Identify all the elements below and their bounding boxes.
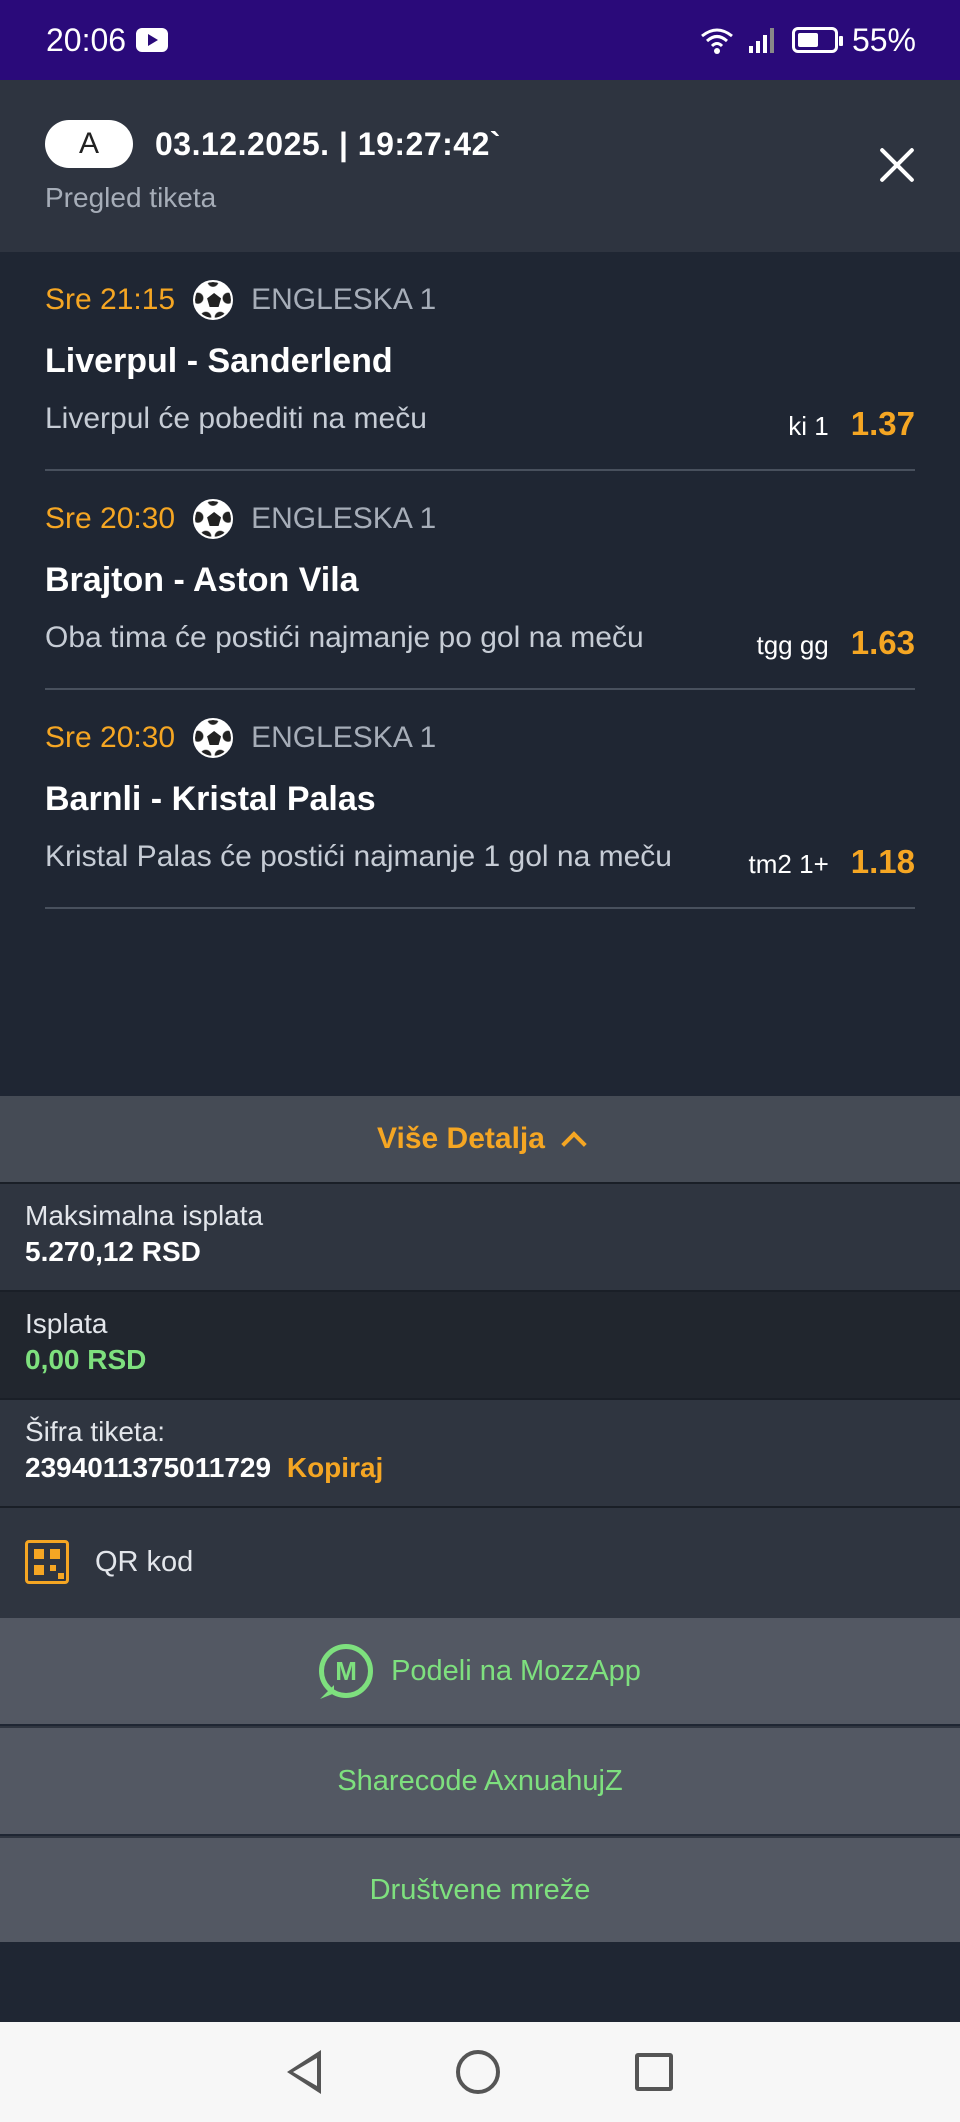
battery-percent: 55%	[851, 21, 916, 58]
event-title: Barnli - Kristal Palas	[45, 780, 376, 818]
chevron-up-icon	[561, 1131, 587, 1157]
event-time: Sre 21:15	[45, 283, 176, 316]
football-icon	[193, 499, 234, 539]
sharecode-label: Sharecode AxnuahujZ	[337, 1764, 623, 1797]
close-button[interactable]	[878, 146, 916, 184]
ticket-code-label: Šifra tiketa:	[25, 1416, 166, 1447]
event-item[interactable]: Sre 20:30 ENGLESKA 1 Barnli - Kristal Pa…	[45, 690, 915, 909]
max-payout-row: Maksimalna isplata 5.270,12 RSD	[0, 1182, 960, 1290]
event-title: Liverpul - Sanderlend	[45, 342, 393, 380]
ticket-code-value: 2394011375011729	[25, 1452, 272, 1483]
home-icon[interactable]	[455, 2050, 500, 2094]
event-item[interactable]: Sre 21:15 ENGLESKA 1 Liverpul - Sanderle…	[45, 252, 915, 471]
share-mozzapp-label: Podeli na MozzApp	[391, 1654, 641, 1687]
mozzapp-logo-icon: M	[319, 1644, 374, 1698]
bet-code: tgg gg	[756, 630, 829, 660]
back-icon[interactable]	[287, 2050, 322, 2094]
social-networks-button[interactable]: Društvene mreže	[0, 1836, 960, 1942]
bet-code: ki 1	[788, 411, 829, 441]
status-bar: 20:06 55%	[0, 0, 960, 80]
ticket-header: A 03.12.2025. | 19:27:42` Pregled tiketa	[0, 80, 960, 252]
bet-odd: 1.18	[850, 843, 915, 880]
bet-description: Oba tima će postići najmanje po gol na m…	[45, 621, 644, 654]
copy-button[interactable]: Kopiraj	[287, 1452, 383, 1483]
payout-value: 0,00 RSD	[25, 1344, 147, 1375]
sharecode-button[interactable]: Sharecode AxnuahujZ	[0, 1726, 960, 1834]
bet-description: Kristal Palas će postići najmanje 1 gol …	[45, 840, 672, 873]
event-title: Brajton - Aston Vila	[45, 561, 359, 599]
signal-icon	[748, 28, 774, 53]
system-navigation-bar	[0, 2022, 960, 2122]
wifi-icon	[701, 28, 733, 54]
recent-apps-icon[interactable]	[634, 2053, 673, 2091]
max-payout-label: Maksimalna isplata	[25, 1200, 264, 1231]
qr-code-row[interactable]: QR kod	[0, 1506, 960, 1616]
bet-odd: 1.63	[850, 624, 915, 661]
youtube-notification-icon	[136, 28, 169, 52]
payout-row: Isplata 0,00 RSD	[0, 1290, 960, 1398]
payout-label: Isplata	[25, 1308, 108, 1339]
event-item[interactable]: Sre 20:30 ENGLESKA 1 Brajton - Aston Vil…	[45, 471, 915, 690]
bet-code: tm2 1+	[748, 849, 829, 879]
event-league: ENGLESKA 1	[251, 283, 437, 316]
max-payout-value: 5.270,12 RSD	[25, 1236, 201, 1267]
event-league: ENGLESKA 1	[251, 502, 437, 535]
event-time: Sre 20:30	[45, 502, 176, 535]
football-icon	[193, 280, 234, 320]
share-mozzapp-button[interactable]: M Podeli na MozzApp	[0, 1616, 960, 1724]
bet-odd: 1.37	[850, 405, 915, 442]
page-subtitle: Pregled tiketa	[45, 182, 217, 213]
clock: 20:06	[46, 21, 127, 58]
social-networks-label: Društvene mreže	[369, 1873, 591, 1906]
bet-description: Liverpul će pobediti na meču	[45, 402, 427, 435]
battery-icon	[791, 27, 843, 53]
qr-code-icon	[25, 1540, 69, 1584]
qr-code-label: QR kod	[95, 1545, 194, 1578]
ticket-status-badge: A	[45, 120, 133, 168]
ticket-code-row: Šifra tiketa: 2394011375011729 Kopiraj	[0, 1398, 960, 1506]
event-list: Sre 21:15 ENGLESKA 1 Liverpul - Sanderle…	[0, 252, 960, 909]
more-details-button[interactable]: Više Detalja	[0, 1096, 960, 1182]
ticket-datetime: 03.12.2025. | 19:27:42`	[155, 125, 502, 162]
event-league: ENGLESKA 1	[251, 721, 437, 754]
event-time: Sre 20:30	[45, 721, 176, 754]
football-icon	[193, 718, 234, 758]
more-details-label: Više Detalja	[377, 1122, 545, 1155]
